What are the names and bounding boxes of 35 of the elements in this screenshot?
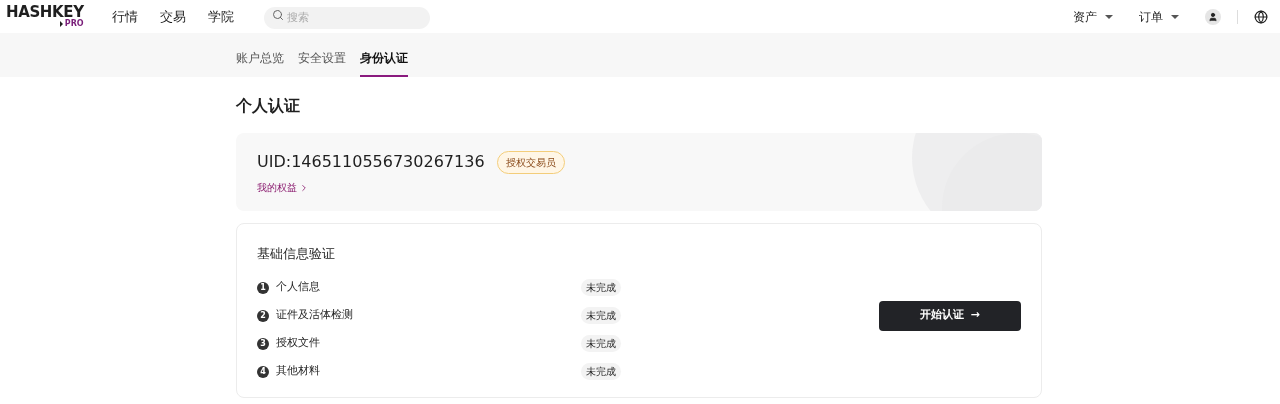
header-menu[interactable]: 资产 [1073,7,1113,26]
step-number: 1 [257,281,269,294]
step-number: 4 [257,365,269,378]
language-icon[interactable] [1254,9,1268,24]
step-number: 2 [257,309,269,322]
nav-link[interactable]: 学院 [207,6,234,27]
search-field[interactable]: 搜索 [263,6,430,29]
tab[interactable]: 安全设置 [298,49,346,77]
status-tag: 未完成 [581,307,621,324]
tab[interactable]: 账户总览 [236,49,284,77]
status-tag: 未完成 [581,363,621,380]
nav-link[interactable]: 交易 [159,6,186,27]
search-icon [271,9,284,22]
caret-icon [1105,14,1113,19]
role-badge: 授权交易员 [496,150,565,174]
step-label: 授权文件 [276,335,321,352]
caret-icon [1171,14,1179,19]
header-menu[interactable]: 订单 [1139,7,1179,26]
page-title: 个人认证 [236,95,301,117]
status-tag: 未完成 [581,279,621,296]
step-label: 个人信息 [276,279,321,296]
step-number: 3 [257,337,269,350]
nav-link[interactable]: 行情 [111,6,138,27]
benefits-link[interactable]: 我的权益 [257,180,309,195]
avatar-button[interactable] [1205,8,1221,25]
logo[interactable]: HASHKEY PRO [6,5,84,28]
section-title: 基础信息验证 [257,245,336,263]
step-label: 其他材料 [276,363,321,380]
start-verification-button[interactable]: 开始认证 → [879,300,1021,331]
chevron-right-icon [299,182,309,193]
uid-text: UID:1465110556730267136 [257,151,485,173]
status-tag: 未完成 [581,335,621,352]
step-label: 证件及活体检测 [276,307,354,324]
user-icon [1208,11,1218,22]
tab[interactable]: 身份认证 [360,49,408,77]
